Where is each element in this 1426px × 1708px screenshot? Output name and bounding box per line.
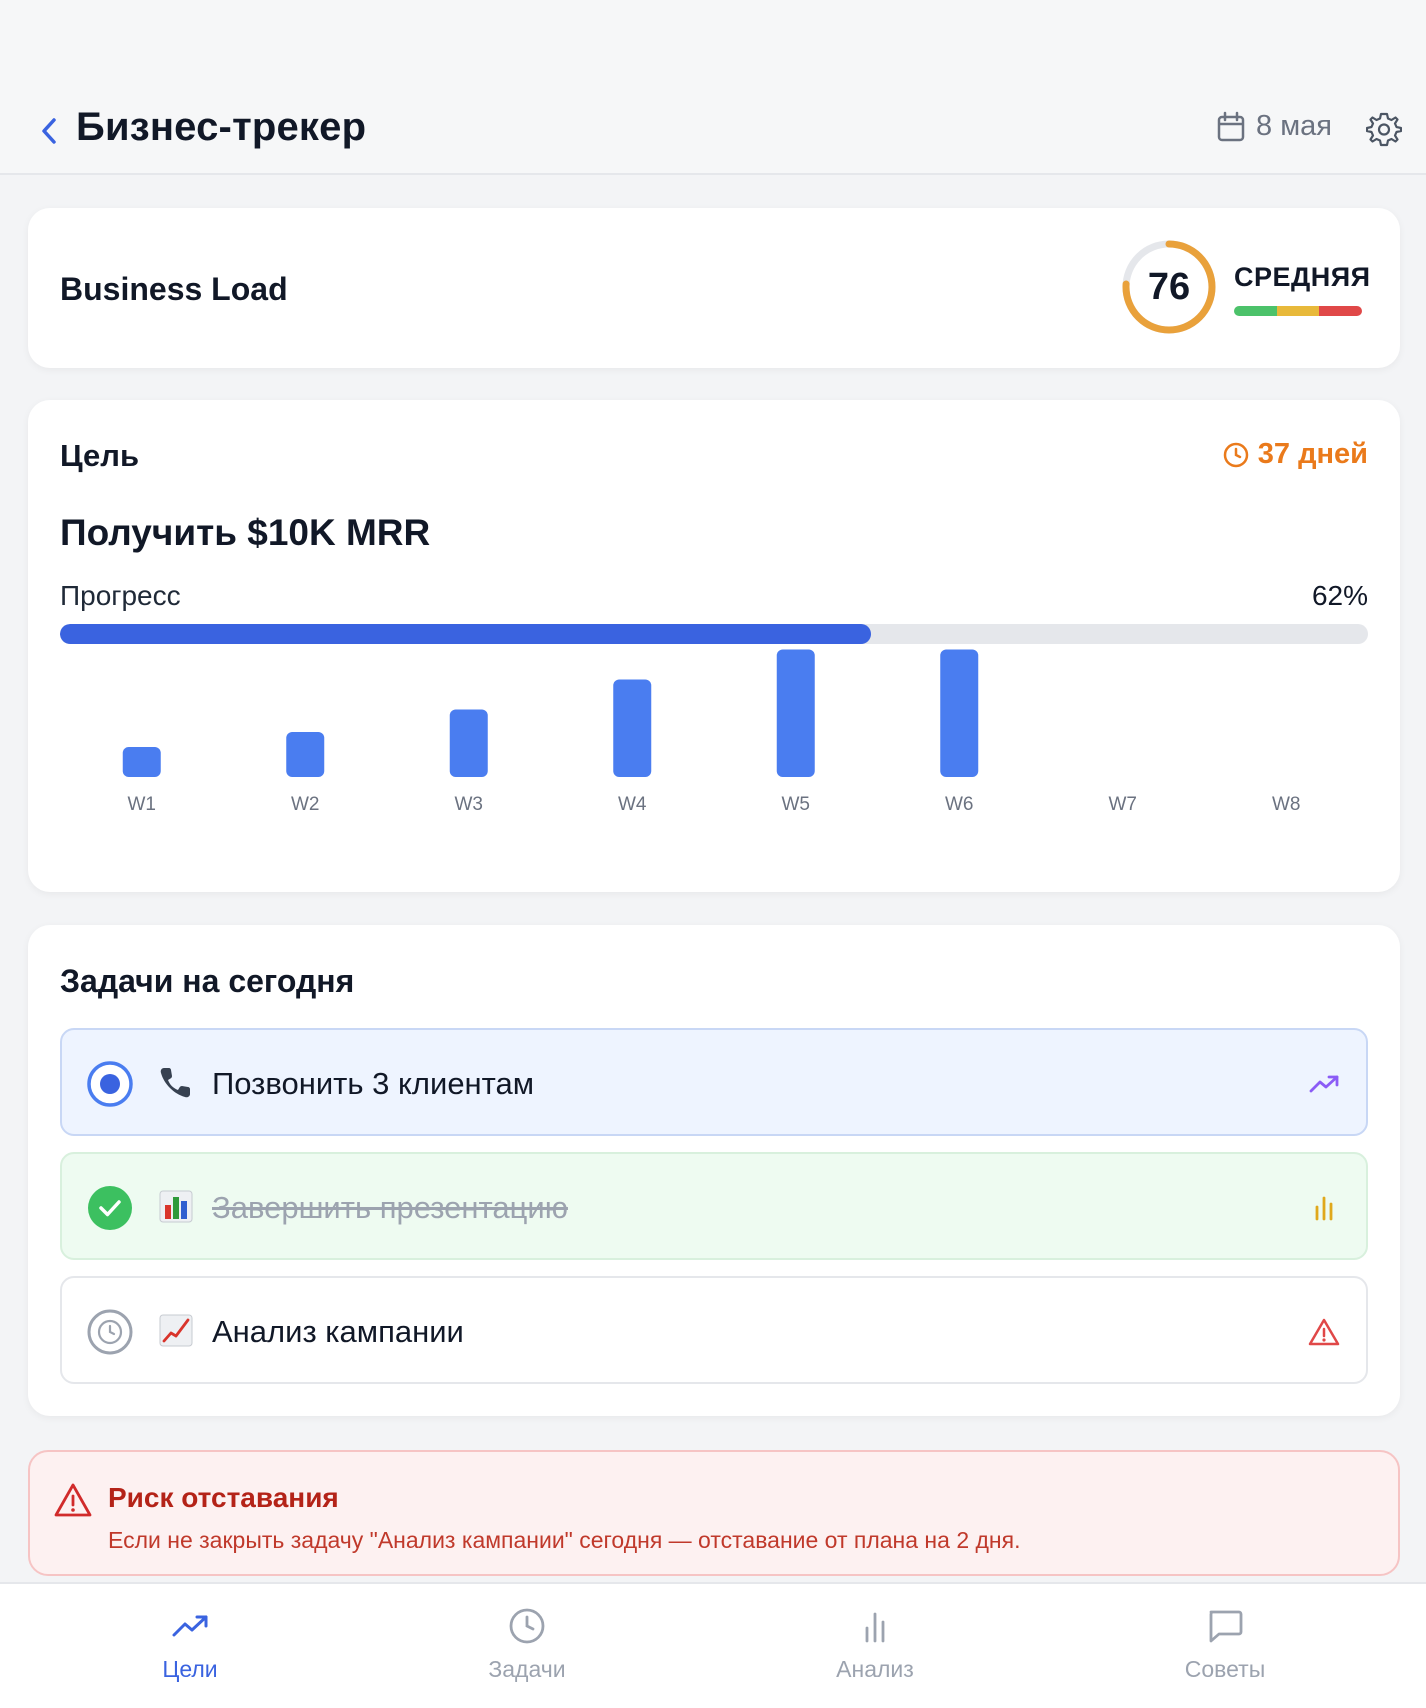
- weekly-progress-chart: W1 W2 W3 W4 W5 W6 W7 W8: [122, 649, 1301, 815]
- gear-icon[interactable]: [1366, 111, 1402, 147]
- trending-up-icon: [1309, 1075, 1339, 1093]
- chart-bar-w5: [776, 649, 815, 777]
- tab-label: Задачи: [488, 1656, 566, 1682]
- calendar-icon: [1217, 111, 1245, 141]
- chart-x-label: W8: [1272, 794, 1301, 815]
- chart-bar-w1: [122, 747, 161, 777]
- load-score-value: 76: [1147, 265, 1191, 308]
- chart-x-label: W1: [128, 794, 157, 815]
- bar-chart-icon: [865, 1612, 885, 1643]
- load-level-scale: [1234, 306, 1362, 316]
- tab-label: Советы: [1184, 1656, 1266, 1682]
- bar-chart-emoji-icon: [159, 1190, 193, 1223]
- chart-x-label: W3: [455, 794, 484, 815]
- business-load-title: Business Load: [60, 271, 288, 307]
- tab-label: Цели: [162, 1656, 218, 1682]
- task-item[interactable]: Анализ кампании: [60, 1276, 1368, 1384]
- chat-icon: [1209, 1610, 1243, 1643]
- chart-x-label: W2: [291, 794, 320, 815]
- check-circle-icon[interactable]: [86, 1184, 134, 1232]
- task-item[interactable]: Завершить презентацию: [60, 1152, 1368, 1260]
- business-load-card: Business Load 76 СРЕДНЯЯ: [28, 208, 1400, 368]
- warning-icon: [54, 1483, 92, 1517]
- scale-high-segment: [1319, 306, 1362, 316]
- warning-icon: [1308, 1318, 1340, 1346]
- trending-up-icon: [172, 1615, 208, 1637]
- goal-card: Цель 37 дней Получить $10K MRR Прогресс …: [28, 400, 1400, 892]
- chart-x-label: W6: [945, 794, 974, 815]
- risk-alert: Риск отставания Если не закрыть задачу "…: [28, 1450, 1400, 1576]
- date-label: 8 мая: [1256, 110, 1332, 142]
- bar-chart-icon: [1315, 1196, 1333, 1221]
- chart-bar-w3: [449, 709, 488, 777]
- tab-goals[interactable]: Цели: [100, 1608, 280, 1683]
- top-bar: Бизнес-трекер 8 мая: [0, 0, 1426, 175]
- task-text: Завершить презентацию: [212, 1190, 568, 1225]
- risk-title: Риск отставания: [108, 1482, 339, 1513]
- chart-x-label: W5: [782, 794, 811, 815]
- chart-bar-w6: [940, 649, 979, 777]
- tab-label: Анализ: [836, 1656, 914, 1682]
- tab-tasks[interactable]: Задачи: [437, 1608, 617, 1683]
- chart-increasing-emoji-icon: [159, 1314, 193, 1347]
- chart-x-label: W7: [1109, 794, 1138, 815]
- tab-tips[interactable]: Советы: [1135, 1608, 1315, 1683]
- back-chevron-icon[interactable]: [36, 112, 62, 150]
- chart-x-label: W4: [618, 794, 647, 815]
- chart-bar-w2: [286, 732, 325, 777]
- bottom-tab-bar: Цели Задачи Анализ Советы: [0, 1582, 1426, 1708]
- in-progress-radio-icon[interactable]: [86, 1060, 134, 1108]
- task-text: Анализ кампании: [212, 1314, 464, 1349]
- tasks-title: Задачи на сегодня: [60, 963, 355, 999]
- tasks-card: Задачи на сегодня Позвонить 3 клиентам З…: [28, 925, 1400, 1416]
- clock-icon[interactable]: [86, 1308, 134, 1356]
- clock-icon: [509, 1608, 545, 1644]
- scale-low-segment: [1234, 306, 1277, 316]
- task-item[interactable]: Позвонить 3 клиентам: [60, 1028, 1368, 1136]
- phone-icon: [160, 1068, 190, 1098]
- date-selector[interactable]: 8 мая: [1216, 110, 1332, 143]
- chart-bar-w4: [613, 679, 652, 777]
- task-text: Позвонить 3 клиентам: [212, 1066, 535, 1101]
- risk-message: Если не закрыть задачу "Анализ кампании"…: [108, 1527, 1021, 1553]
- load-level-label: СРЕДНЯЯ: [1234, 262, 1371, 292]
- scale-mid-segment: [1276, 306, 1320, 316]
- tab-analysis[interactable]: Анализ: [785, 1608, 965, 1683]
- page-title: Бизнес-трекер: [76, 105, 367, 149]
